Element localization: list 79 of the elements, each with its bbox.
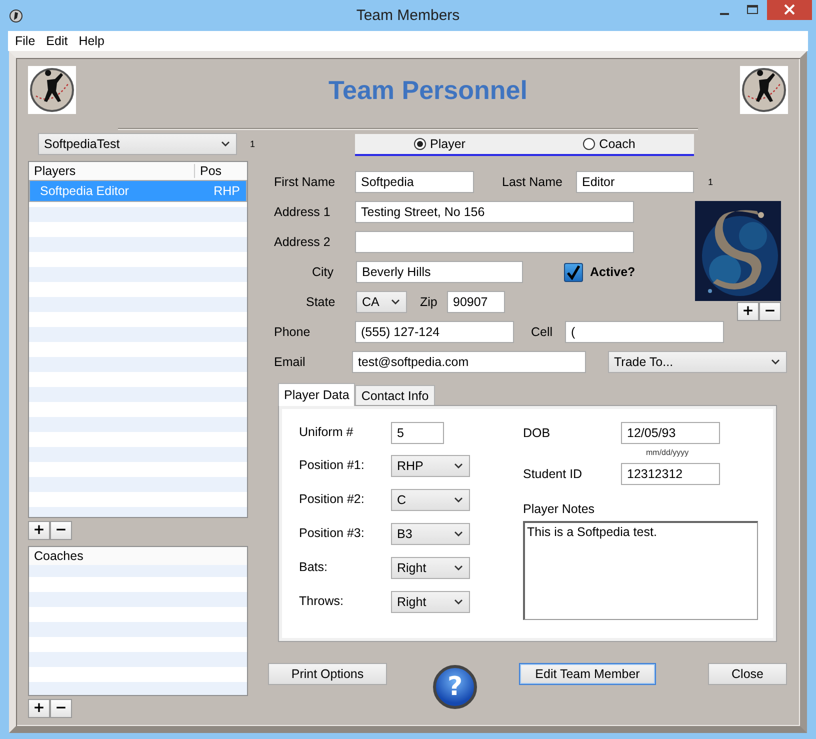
add-button[interactable]: + xyxy=(737,302,759,321)
dropdown[interactable]: RHP xyxy=(391,455,470,477)
radio-button[interactable]: Player xyxy=(355,134,524,154)
close-button[interactable]: Close xyxy=(708,663,787,685)
field-label: Address 2 xyxy=(274,235,332,249)
add-button[interactable]: + xyxy=(28,699,50,718)
field-label: Last Name xyxy=(502,175,564,189)
radio-button[interactable]: Coach xyxy=(524,134,694,154)
chevron-icon xyxy=(221,141,230,147)
dropdown[interactable]: SoftpediaTest xyxy=(38,133,237,155)
input-field[interactable]: Testing Street, No 156 xyxy=(355,201,634,223)
window-title: Team Members xyxy=(356,7,460,24)
chevron-icon xyxy=(454,565,463,571)
tab[interactable]: Contact Info xyxy=(355,385,435,405)
field-label: Zip xyxy=(420,295,438,309)
input-field[interactable]: 5 xyxy=(391,422,444,444)
input-field[interactable]: 90907 xyxy=(447,291,505,313)
table-cell-text: Softpedia Editor xyxy=(39,184,130,198)
menu-item[interactable]: Edit xyxy=(46,34,74,48)
input-field[interactable]: Beverly Hills xyxy=(356,261,523,283)
field-label: Player Notes xyxy=(523,502,596,516)
dropdown[interactable]: Trade To... xyxy=(608,351,787,373)
field-label: Uniform # xyxy=(299,424,354,439)
field-label: Position #3: xyxy=(299,525,366,540)
app-icon xyxy=(9,8,23,22)
input-field[interactable]: (555) 127-124 xyxy=(355,321,514,343)
dropdown[interactable]: Right xyxy=(391,557,470,579)
dropdown[interactable]: CA xyxy=(356,291,407,313)
edit-button[interactable]: Edit Team Member xyxy=(519,663,656,685)
close-icon[interactable] xyxy=(767,0,812,20)
dropdown[interactable]: C xyxy=(391,489,470,511)
table-cell-text: RHP xyxy=(212,184,240,198)
field-label: First Name xyxy=(274,175,336,189)
input-field[interactable] xyxy=(355,231,634,253)
menu-item[interactable]: Help xyxy=(78,34,110,48)
checkbox[interactable] xyxy=(564,262,583,282)
field-label: Email xyxy=(274,355,306,369)
field-label: Position #1: xyxy=(299,457,366,472)
add-button[interactable]: + xyxy=(28,521,50,540)
field-label: Position #2: xyxy=(299,491,366,506)
column-header: Players xyxy=(29,164,195,178)
chevron-icon xyxy=(771,359,780,365)
input-field[interactable]: Editor xyxy=(576,171,694,193)
input-field[interactable]: test@softpedia.com xyxy=(352,351,586,373)
column-header: Coaches xyxy=(33,549,84,563)
field-label: State xyxy=(306,295,336,309)
record-count: 1 xyxy=(708,177,714,187)
menu-item[interactable]: File xyxy=(15,34,42,48)
chevron-icon xyxy=(454,599,463,605)
chevron-icon xyxy=(454,531,463,537)
page-heading: Team Personnel xyxy=(328,74,528,106)
field-label: Address 1 xyxy=(274,205,332,219)
column-header: Pos xyxy=(199,164,222,178)
print-options-button[interactable]: Print Options xyxy=(268,663,387,685)
checkbox-label: Active? xyxy=(590,265,636,279)
baseball-logo-icon xyxy=(740,66,788,114)
notes-field[interactable]: This is a Softpedia test. xyxy=(523,521,758,620)
chevron-icon xyxy=(391,299,400,305)
tab[interactable]: Player Data xyxy=(278,383,356,406)
dropdown[interactable]: B3 xyxy=(391,523,470,545)
baseball-logo-icon xyxy=(28,66,76,114)
field-label: DOB xyxy=(523,426,552,440)
chevron-icon xyxy=(454,463,463,469)
field-label: Student ID xyxy=(523,466,584,480)
input-field[interactable]: Softpedia xyxy=(355,171,474,193)
input-field[interactable]: 12312312 xyxy=(621,462,720,484)
field-label: Throws: xyxy=(299,593,344,608)
field-label: Cell xyxy=(531,325,554,339)
field-label: Bats: xyxy=(299,559,328,574)
input-field[interactable]: 12/05/93 xyxy=(621,422,720,444)
remove-button[interactable]: − xyxy=(50,699,72,718)
field-label: Phone xyxy=(274,325,312,339)
date-format-hint: mm/dd/yyyy xyxy=(646,448,690,457)
remove-button[interactable]: − xyxy=(759,302,781,321)
input-field[interactable]: ( xyxy=(565,321,724,343)
remove-button[interactable]: − xyxy=(50,521,72,540)
dropdown[interactable]: Right xyxy=(391,591,470,613)
team-count: 1 xyxy=(250,139,256,149)
chevron-icon xyxy=(454,497,463,503)
